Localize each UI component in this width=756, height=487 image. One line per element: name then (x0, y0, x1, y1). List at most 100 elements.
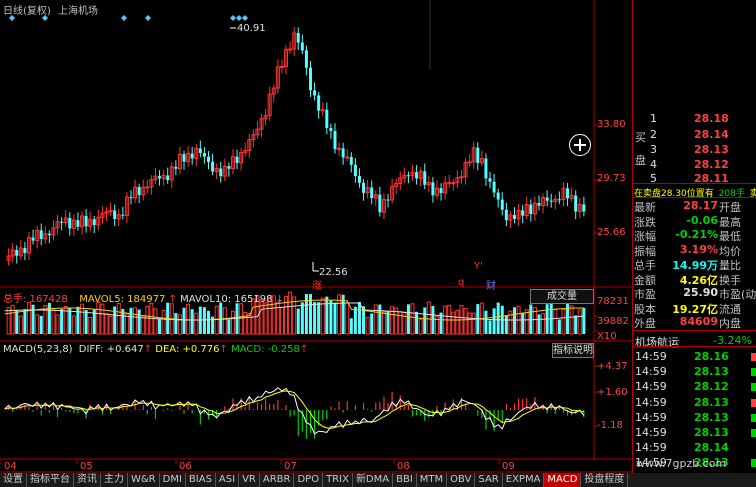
volume-bar-down (325, 296, 329, 334)
volume-bar-down (23, 309, 27, 334)
bid-level: 3 (650, 143, 657, 156)
volume-bar-up (10, 304, 15, 335)
diff-label: DIFF: +0.647 (78, 344, 144, 355)
candle-body-down (406, 175, 410, 177)
volume-bar-up (194, 312, 199, 335)
indicator-tab[interactable]: MACD (544, 473, 582, 487)
macd-axis-top: +4.37 (597, 361, 628, 372)
candle-body-down (537, 203, 541, 206)
bid-price[interactable]: 28.18 (694, 112, 729, 125)
indicator-tab[interactable]: BIAS (186, 473, 216, 487)
month-label-05: 05 (80, 461, 93, 472)
volume-bar-up (141, 315, 146, 335)
volume-bar-down (329, 300, 333, 334)
volume-bar-down (386, 311, 390, 334)
event-mark-cai[interactable]: 财 (486, 277, 496, 292)
volume-bar-down (15, 310, 19, 334)
dea-label: DEA: +0.776 (155, 344, 220, 355)
candle-body-down (92, 219, 96, 226)
month-label-09: 09 (502, 461, 515, 472)
kline-chart-area[interactable] (0, 0, 632, 473)
volume-bar-up (577, 309, 582, 335)
quote-separator (632, 346, 756, 347)
candle-body-down (39, 230, 43, 239)
volume-bar-up (100, 303, 105, 335)
indicator-tab[interactable]: DPO (294, 473, 324, 487)
stock-name: 上海机场 (58, 6, 98, 17)
tick-time: 14:59 (635, 395, 667, 409)
volume-bar-down (39, 315, 43, 334)
volume-bar-down (492, 308, 496, 334)
tick-direction-bar (751, 368, 756, 377)
candle-body-up (288, 48, 293, 51)
tick-time: 14:59 (635, 350, 667, 363)
candle-body-up (447, 182, 452, 185)
candle-body-down (423, 171, 427, 185)
volume-bar-up (153, 308, 158, 335)
indicator-tab[interactable]: W&R (128, 473, 160, 487)
volume-bar-up (418, 318, 423, 335)
indicator-tab[interactable]: 投盘程度 (581, 473, 629, 487)
volume-bar-up (279, 306, 284, 335)
volume-bar-up (177, 314, 182, 335)
volume-bar-down (415, 311, 419, 334)
volume-bar-up (524, 309, 529, 335)
event-mark-q[interactable]: q (458, 277, 464, 288)
volume-bar-down (317, 302, 321, 334)
volume-bar-up (71, 315, 76, 335)
indicator-tab[interactable]: SAR (475, 473, 503, 487)
indicator-tab-bar: 设置 指标平台 资讯 主力 W&R DMI BIAS ASI VR ARBR DPO TRIX 新DMA… (0, 473, 756, 487)
indicator-help-button[interactable]: 指标说明 (552, 343, 594, 358)
sector-name[interactable]: 机场航运 (635, 334, 679, 350)
candle-body-down (529, 204, 533, 215)
add-circle-icon[interactable] (569, 134, 591, 156)
volume-bar-up (222, 307, 227, 335)
bid-level: 1 (650, 112, 657, 125)
indicator-tab[interactable]: 指标平台 (27, 473, 74, 487)
candle-body-down (198, 148, 202, 154)
volume-bar-down (513, 307, 516, 334)
indicator-tab[interactable]: OBV (447, 473, 476, 487)
volume-bar-down (304, 293, 308, 334)
event-diamond-icon (121, 15, 127, 21)
quote-field-value: 3.19% (679, 242, 718, 256)
indicator-tab[interactable]: EXPMA (503, 473, 545, 487)
indicator-tab[interactable]: ARBR (260, 473, 295, 487)
indicator-tab[interactable]: ASI (216, 473, 240, 487)
chart-title: 日线(复权) 上海机场 (3, 2, 98, 17)
quote-field-label: 外盘 (634, 317, 656, 330)
indicator-tab[interactable]: BBI (393, 473, 417, 487)
quote-field-value: 28.17 (683, 199, 718, 212)
quote-divider (632, 0, 633, 473)
bid-price[interactable]: 28.13 (694, 143, 729, 156)
volume-bar-down (313, 302, 317, 334)
candle-body-down (219, 168, 223, 177)
indicator-tab[interactable]: 设置 (0, 473, 27, 487)
volume-bar-down (582, 307, 586, 334)
volume-axis-bottom: X10 (597, 331, 617, 342)
indicator-tab[interactable]: 主力 (101, 473, 128, 487)
volume-bar-up (145, 305, 150, 335)
event-mark-zhang[interactable]: 涨 (312, 277, 322, 292)
volume-bar-up (161, 309, 166, 335)
bid-level: 2 (650, 128, 657, 141)
bid-price[interactable]: 28.12 (694, 158, 729, 171)
price-axis-mid: 29.73 (597, 173, 626, 184)
indicator-tab[interactable]: 资讯 (74, 473, 101, 487)
indicator-tab[interactable]: 新DMA (353, 473, 394, 487)
quote-field-value: -0.21% (675, 228, 718, 241)
quote-field-value: 84609 (679, 315, 718, 328)
tick-time: 14:59 (635, 410, 667, 424)
volume-button[interactable]: 成交量 (530, 289, 594, 304)
indicator-tab[interactable]: MTM (417, 473, 448, 487)
volume-header: 总手: 167428↑ MAVOL5: 184977 ↑ MAVOL10: 16… (3, 290, 284, 305)
candle-body-down (304, 50, 308, 68)
bid-price[interactable]: 28.14 (694, 128, 729, 141)
volume-bar-up (410, 303, 415, 335)
indicator-tab[interactable]: VR (239, 473, 260, 487)
volume-bar-up (467, 312, 472, 335)
volume-bar-up (365, 317, 370, 335)
indicator-tab[interactable]: DMI (160, 473, 186, 487)
indicator-tab[interactable]: TRIX (323, 473, 353, 487)
volume-bar-up (230, 310, 235, 335)
